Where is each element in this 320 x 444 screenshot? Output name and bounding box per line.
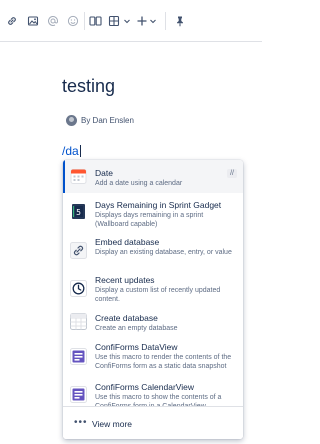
editor-page: testing By Dan Enslen /da Date Add a dat… <box>0 0 262 444</box>
menu-item-title: Date <box>95 168 113 178</box>
menu-item-description: Use this macro to render the contents of… <box>95 354 232 370</box>
image-icon[interactable] <box>25 13 41 29</box>
slash-command-menu: Date Add a date using a calendar // 5 Da… <box>63 160 243 439</box>
menu-item-description: Create an empty database <box>95 325 178 332</box>
editor-toolbar <box>0 0 262 42</box>
shortcut-badge: // <box>227 169 237 178</box>
chevron-down-icon[interactable] <box>145 13 161 29</box>
menu-item-title: ConfiForms DataView <box>95 342 178 352</box>
typed-text: /da <box>62 144 79 158</box>
database-grid-icon <box>70 313 87 330</box>
page-title[interactable]: testing <box>62 76 115 97</box>
byline-text: By Dan Enslen <box>81 115 134 125</box>
link-icon[interactable] <box>4 13 20 29</box>
confiforms-icon <box>70 348 87 365</box>
menu-item-confiforms-dataview[interactable]: ConfiForms DataView Use this macro to re… <box>63 340 243 378</box>
link-icon <box>70 242 87 259</box>
sprint-gadget-icon: 5 <box>70 203 87 220</box>
menu-item-description: Displays days remaining in a sprint (Wal… <box>95 212 204 228</box>
confiforms-calendar-icon <box>70 386 87 403</box>
menu-item-title: ConfiForms CalendarView <box>95 382 195 392</box>
menu-item-days-remaining[interactable]: 5 Days Remaining in Sprint Gadget Displa… <box>63 195 243 229</box>
menu-item-confiforms-calendarview[interactable]: ConfiForms CalendarView Use this macro t… <box>63 380 243 406</box>
view-more-button[interactable]: ••• View more <box>63 406 243 439</box>
menu-item-create-database[interactable]: Create database Create an empty database <box>63 309 243 337</box>
menu-item-description: Add a date using a calendar <box>95 180 183 187</box>
more-dots-icon: ••• <box>74 417 88 428</box>
byline: By Dan Enslen <box>66 113 134 127</box>
menu-item-recent-updates[interactable]: Recent updates Display a custom list of … <box>63 271 243 305</box>
menu-item-description: Display a custom list of recently update… <box>95 287 221 303</box>
calendar-icon <box>70 168 87 185</box>
menu-item-title: Recent updates <box>95 275 155 285</box>
menu-item-description: Use this macro to show the contents of a… <box>95 394 222 406</box>
clock-icon <box>70 280 87 297</box>
menu-item-date[interactable]: Date Add a date using a calendar // <box>63 160 243 193</box>
emoji-icon[interactable] <box>65 13 81 29</box>
chevron-down-icon[interactable] <box>119 13 135 29</box>
pin-icon[interactable] <box>172 13 188 29</box>
menu-item-title: Days Remaining in Sprint Gadget <box>95 200 222 210</box>
menu-item-title: Embed database <box>95 237 160 247</box>
view-more-label: View more <box>92 419 132 429</box>
mention-icon[interactable] <box>45 13 61 29</box>
text-caret <box>79 145 81 157</box>
layouts-icon[interactable] <box>87 13 103 29</box>
menu-item-description: Display an existing database, entry, or … <box>95 249 232 256</box>
slash-command-text[interactable]: /da <box>62 144 81 158</box>
svg-text:5: 5 <box>76 208 81 217</box>
menu-item-title: Create database <box>95 313 158 323</box>
avatar <box>66 114 77 126</box>
menu-item-embed-database[interactable]: Embed database Display an existing datab… <box>63 233 243 269</box>
